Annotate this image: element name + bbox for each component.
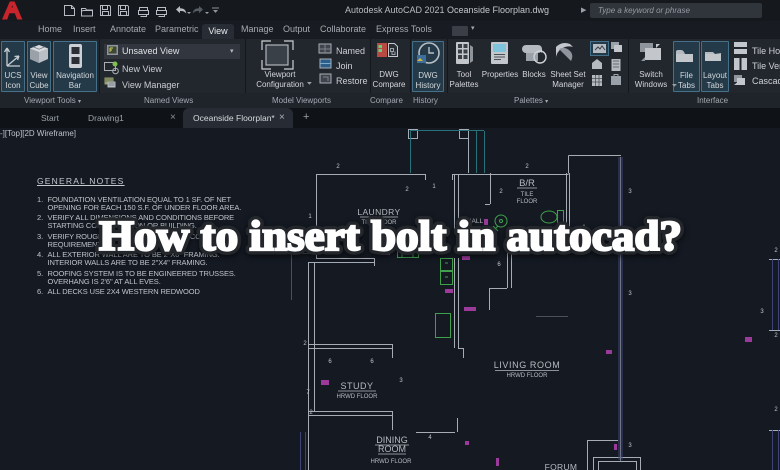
- svg-text:LIVING ROOM: LIVING ROOM: [494, 360, 561, 370]
- svg-text:3: 3: [628, 291, 632, 297]
- svg-text:HRWD FLOOR: HRWD FLOOR: [507, 373, 549, 379]
- svg-text:3: 3: [399, 378, 403, 384]
- svg-text:3: 3: [628, 189, 632, 195]
- svg-text:STUDY: STUDY: [340, 381, 373, 391]
- svg-text:6: 6: [497, 262, 501, 268]
- svg-text:2: 2: [405, 187, 409, 193]
- svg-text:2: 2: [499, 189, 503, 195]
- svg-text:FLOOR: FLOOR: [517, 199, 538, 205]
- svg-text:3: 3: [760, 309, 764, 315]
- svg-text:6: 6: [370, 359, 374, 365]
- svg-text:1: 1: [432, 184, 436, 190]
- svg-text:2: 2: [525, 164, 529, 170]
- svg-text:HRWD FLOOR: HRWD FLOOR: [337, 394, 379, 400]
- svg-text:2: 2: [774, 333, 778, 339]
- svg-text:2: 2: [774, 248, 778, 254]
- svg-text:HRWD FLOOR: HRWD FLOOR: [371, 459, 413, 465]
- svg-text:4: 4: [428, 435, 432, 441]
- svg-text:2: 2: [336, 164, 340, 170]
- svg-text:7: 7: [306, 390, 310, 396]
- svg-text:6: 6: [328, 359, 332, 365]
- svg-text:FORUM: FORUM: [545, 462, 578, 470]
- svg-text:3: 3: [628, 443, 632, 449]
- svg-text:ROOM: ROOM: [378, 444, 406, 454]
- svg-text:2: 2: [774, 407, 778, 413]
- svg-text:How to insert bolt in autocad?: How to insert bolt in autocad?: [99, 213, 682, 260]
- svg-text:TILE: TILE: [521, 192, 534, 198]
- svg-text:B/R: B/R: [519, 178, 535, 189]
- svg-text:2: 2: [303, 341, 307, 347]
